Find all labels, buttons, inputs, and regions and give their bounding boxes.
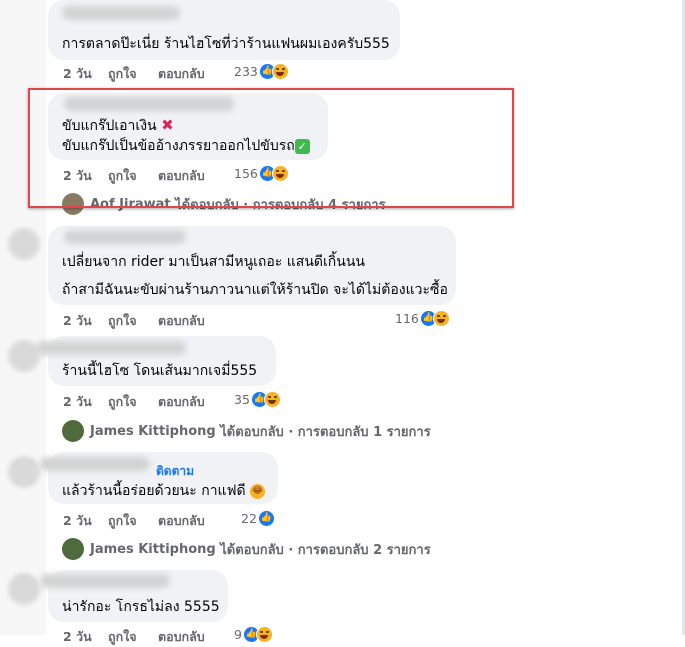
commenter-name-redacted bbox=[40, 574, 170, 588]
reaction-count: 233 bbox=[234, 63, 258, 79]
comment-text-line: แล้วร้านนี้อร่อยด้วยนะ กาแฟดี 😂 bbox=[62, 482, 266, 500]
comment-time[interactable]: 2 วัน bbox=[63, 64, 92, 84]
reply-button[interactable]: ตอบกลับ bbox=[158, 392, 205, 412]
laughing-emoji-icon: 😂 bbox=[250, 483, 266, 499]
haha-icon bbox=[255, 625, 273, 643]
highlight-box bbox=[28, 88, 514, 208]
reply-button[interactable]: ตอบกลับ bbox=[158, 627, 205, 647]
view-replies-link[interactable]: James Kittiphong ได้ตอบกลับ · การตอบกลับ… bbox=[62, 419, 431, 443]
reaction-summary[interactable]: 9 👍 bbox=[234, 625, 273, 643]
like-button[interactable]: ถูกใจ bbox=[108, 627, 137, 647]
comment-time[interactable]: 2 วัน bbox=[63, 392, 92, 412]
comment-text: ร้านนี้ไฮโซ โดนเส้นมากเจมี่555 bbox=[62, 363, 258, 379]
like-button[interactable]: ถูกใจ bbox=[108, 511, 137, 531]
like-button[interactable]: ถูกใจ bbox=[108, 311, 137, 331]
commenter-avatar[interactable] bbox=[8, 340, 40, 372]
comment-text: แล้วร้านนี้อร่อยด้วยนะ กาแฟดี bbox=[62, 483, 246, 499]
commenter-name-redacted bbox=[36, 341, 186, 355]
like-button[interactable]: ถูกใจ bbox=[108, 64, 137, 84]
reaction-count: 9 bbox=[234, 626, 242, 642]
commenter-avatar[interactable] bbox=[8, 228, 40, 260]
reaction-count: 35 bbox=[234, 391, 250, 407]
reaction-summary[interactable]: 22 👍 bbox=[241, 509, 275, 527]
haha-icon bbox=[271, 62, 289, 80]
reaction-count: 22 bbox=[241, 510, 257, 526]
comment-time[interactable]: 2 วัน bbox=[63, 627, 92, 647]
reply-button[interactable]: ตอบกลับ bbox=[158, 64, 205, 84]
reply-button[interactable]: ตอบกลับ bbox=[158, 311, 205, 331]
replier-avatar bbox=[62, 538, 84, 560]
reply-summary-text: ได้ตอบกลับ · การตอบกลับ 2 รายการ bbox=[220, 542, 431, 558]
replier-avatar bbox=[62, 420, 84, 442]
comment-time[interactable]: 2 วัน bbox=[63, 311, 92, 331]
haha-icon bbox=[432, 309, 450, 327]
like-button[interactable]: ถูกใจ bbox=[108, 392, 137, 412]
reaction-summary[interactable]: 233 👍 bbox=[234, 62, 289, 80]
replier-name: James Kittiphong bbox=[90, 423, 216, 439]
reply-summary-text: ได้ตอบกลับ · การตอบกลับ 1 รายการ bbox=[220, 424, 431, 440]
comment-text: เปลี่ยนจาก rider มาเป็นสามีหนูเถอะ แสนดี… bbox=[62, 254, 365, 270]
like-icon: 👍 bbox=[257, 509, 275, 527]
comment-text: การตลาดป๊ะเนี่ย ร้านไฮโซที่ว่าร้านแฟนผมเ… bbox=[62, 36, 390, 52]
comment-time[interactable]: 2 วัน bbox=[63, 511, 92, 531]
reaction-summary[interactable]: 35 👍 bbox=[234, 390, 281, 408]
reaction-summary[interactable]: 116 👍 bbox=[395, 309, 450, 327]
commenter-avatar[interactable] bbox=[8, 573, 40, 605]
view-replies-link[interactable]: James Kittiphong ได้ตอบกลับ · การตอบกลับ… bbox=[62, 537, 431, 561]
commenter-name-redacted bbox=[40, 457, 150, 471]
commenter-avatar[interactable] bbox=[8, 456, 40, 488]
comment-text: ถ้าสามีฉันนะขับผ่านร้านภาวนาแต่ให้ร้านปิ… bbox=[62, 282, 448, 298]
replier-name: James Kittiphong bbox=[90, 541, 216, 557]
follow-link[interactable]: ติดตาม bbox=[156, 462, 194, 481]
reply-button[interactable]: ตอบกลับ bbox=[158, 511, 205, 531]
reaction-count: 116 bbox=[395, 310, 419, 326]
haha-icon bbox=[263, 390, 281, 408]
comment-text: น่ารักอะ โกรธไม่ลง 5555 bbox=[62, 599, 220, 615]
commenter-name-redacted bbox=[62, 6, 180, 20]
commenter-name-redacted bbox=[64, 230, 186, 244]
